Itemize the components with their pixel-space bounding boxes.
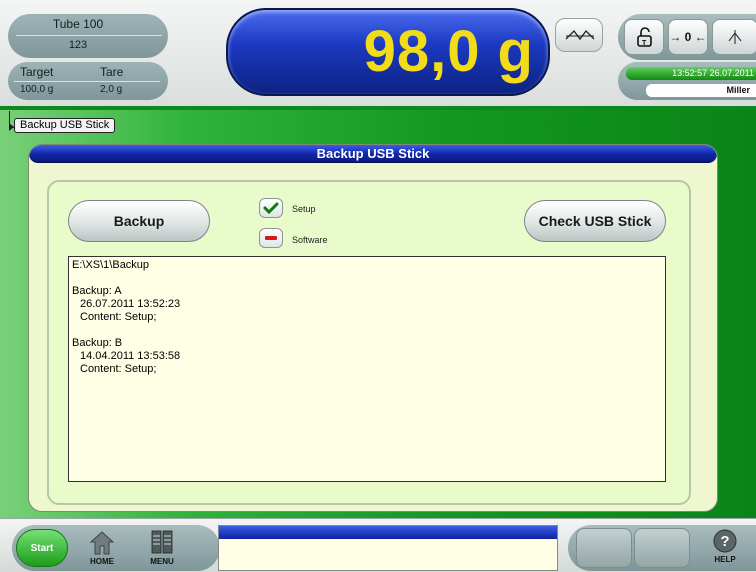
software-checkbox[interactable] [259, 228, 283, 248]
target-label: Target [20, 65, 54, 79]
backup-log: E:\XS\1\Backup Backup: A 26.07.2011 13:5… [68, 256, 666, 482]
control-cluster: T → 0 ← [618, 14, 756, 60]
backup-entry-name: Backup: B [72, 337, 123, 349]
home-icon [89, 531, 115, 555]
zero-button[interactable]: → 0 ← [668, 19, 708, 55]
backup-path: E:\XS\1\Backup [72, 259, 150, 271]
status-pill: 13:52:57 26.07.2011 Miller [618, 62, 756, 100]
product-id: 123 [68, 39, 88, 51]
user-name: Miller [646, 84, 756, 97]
minus-icon [265, 236, 277, 240]
backup-entry-content: Content: Setup; [80, 311, 157, 323]
stability-icon [565, 30, 595, 41]
stability-button[interactable] [555, 18, 603, 52]
backup-entry-datetime: 26.07.2011 13:52:23 [80, 298, 181, 310]
svg-text:T: T [642, 40, 647, 47]
menu-label: MENU [150, 557, 174, 566]
backup-entry-datetime: 14.04.2011 13:53:58 [80, 350, 181, 362]
nav-group: Start HOME MENU [12, 525, 220, 571]
divider [14, 81, 160, 82]
divider [0, 106, 756, 110]
backup-button[interactable]: Backup [68, 200, 210, 242]
zero-label: → 0 ← [669, 30, 707, 44]
product-info[interactable]: Tube 100 123 [8, 14, 168, 58]
softkey-group: ? HELP [568, 525, 756, 571]
home-label: HOME [90, 557, 114, 566]
menu-icon [151, 530, 173, 554]
check-usb-button[interactable]: Check USB Stick [524, 200, 666, 242]
datetime: 13:52:57 26.07.2011 [626, 67, 756, 80]
tare-value: 2,0 g [100, 84, 123, 95]
target-tare-info[interactable]: Target Tare 100,0 g 2,0 g [8, 62, 168, 100]
menu-button[interactable]: MENU [138, 528, 186, 568]
softkey-1[interactable] [576, 528, 632, 568]
software-label: Software [292, 235, 328, 245]
svg-text:?: ? [720, 533, 729, 550]
target-value: 100,0 g [20, 84, 54, 95]
message-area [218, 525, 558, 571]
weight-value: 98,0 g [363, 19, 534, 84]
divider [16, 35, 162, 36]
softkey-2[interactable] [634, 528, 690, 568]
setup-checkbox[interactable] [259, 198, 283, 218]
help-label: HELP [714, 555, 736, 564]
start-button[interactable]: Start [16, 529, 68, 567]
top-bar: Tube 100 123 Target Tare 100,0 g 2,0 g 9… [0, 0, 756, 106]
unlock-icon: T [637, 27, 652, 47]
help-button[interactable]: ? HELP [698, 528, 752, 568]
product-name: Tube 100 [52, 17, 104, 31]
checkmark-icon [263, 202, 279, 215]
setup-label: Setup [292, 204, 316, 214]
breadcrumb[interactable]: Backup USB Stick [14, 118, 116, 133]
backup-entry-content: Content: Setup; [80, 363, 157, 375]
tare-label: Tare [100, 65, 124, 79]
panel-title: Backup USB Stick [29, 145, 717, 163]
calibrate-button[interactable] [712, 19, 756, 55]
home-button[interactable]: HOME [78, 528, 126, 568]
lock-button[interactable]: T [624, 19, 664, 55]
bottom-bar: Start HOME MENU ? HELP [0, 518, 756, 572]
backup-entry-name: Backup: A [72, 285, 122, 297]
help-icon: ? [713, 529, 737, 553]
weight-display: 98,0 g [226, 8, 550, 96]
balance-icon [728, 30, 742, 44]
message-bar [219, 526, 557, 539]
